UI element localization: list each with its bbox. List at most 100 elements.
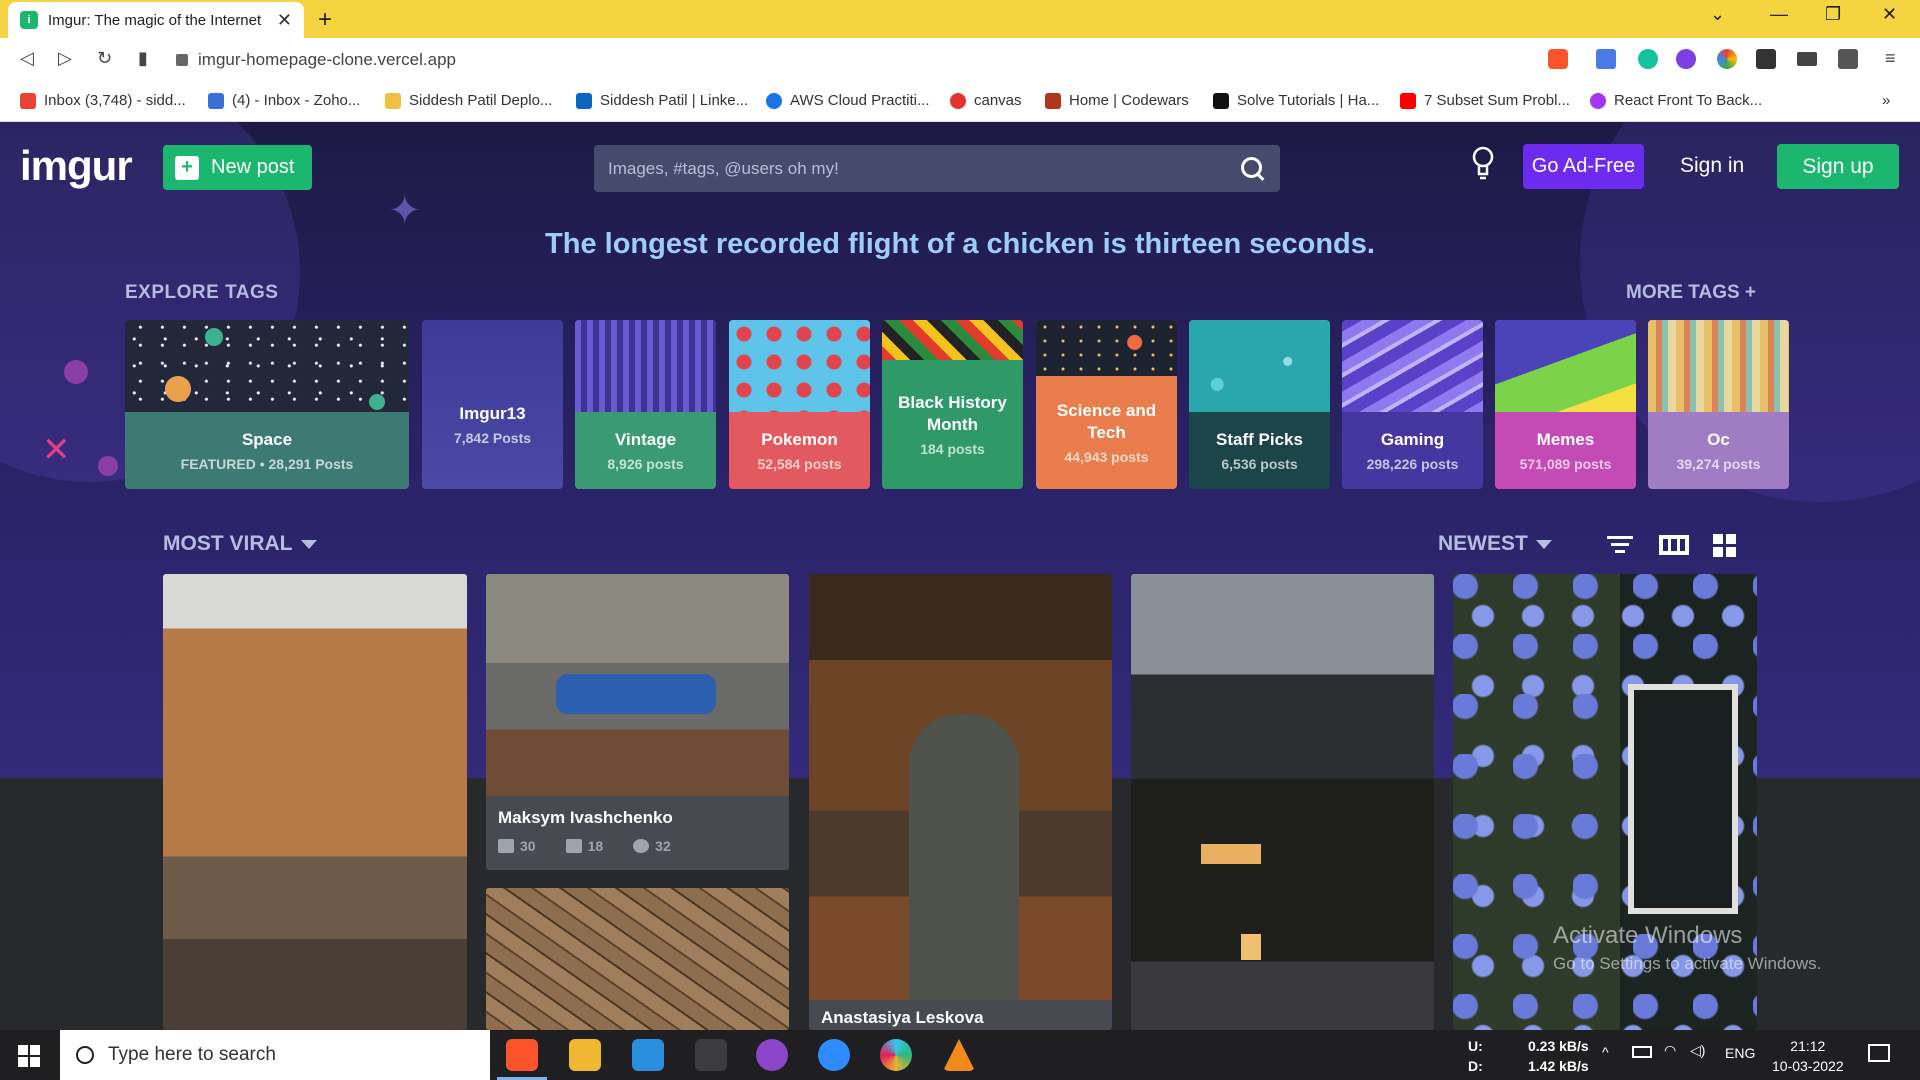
- grid-view-icon[interactable]: [1713, 534, 1737, 558]
- bookmark-item[interactable]: canvas: [950, 92, 1022, 109]
- new-tab-icon[interactable]: +: [318, 6, 332, 34]
- app-icon[interactable]: [695, 1039, 727, 1071]
- sign-up-button[interactable]: Sign up: [1777, 144, 1899, 189]
- tag-name: Black History Month: [898, 393, 1007, 434]
- thumbs-up-icon: [498, 839, 514, 853]
- post-image: [1131, 574, 1434, 1030]
- tag-card-gaming[interactable]: Gaming 298,226 posts: [1342, 320, 1483, 489]
- tag-image: [575, 320, 716, 412]
- imgur-logo[interactable]: imgur: [20, 142, 133, 190]
- tag-card-staff-picks[interactable]: Staff Picks 6,536 posts: [1189, 320, 1330, 489]
- tag-card-memes[interactable]: Memes 571,089 posts: [1495, 320, 1636, 489]
- volume-icon[interactable]: ◁): [1690, 1042, 1705, 1059]
- zoom-icon[interactable]: [818, 1039, 850, 1071]
- upvote-stat[interactable]: 30: [498, 838, 536, 854]
- tag-card-space[interactable]: Space FEATURED • 28,291 Posts: [125, 320, 409, 489]
- bookmark-item[interactable]: Inbox (3,748) - sidd...: [20, 92, 186, 109]
- search-icon[interactable]: [1240, 156, 1266, 182]
- view-stat[interactable]: 32: [633, 838, 671, 854]
- tag-card-science-and-tech[interactable]: Science and Tech 44,943 posts: [1036, 320, 1177, 489]
- bookmark-item[interactable]: Solve Tutorials | Ha...: [1213, 92, 1379, 109]
- more-bookmarks-icon[interactable]: »: [1882, 92, 1890, 109]
- back-icon[interactable]: ◁: [20, 48, 34, 69]
- gallery-post[interactable]: [1131, 574, 1434, 1030]
- tag-name: Oc: [1707, 429, 1730, 449]
- bookmark-item[interactable]: Siddesh Patil | Linke...: [576, 92, 748, 109]
- sleeping-bag-shape: [556, 674, 716, 714]
- clock[interactable]: 21:12 10-03-2022: [1772, 1036, 1844, 1076]
- tag-image: [125, 320, 409, 412]
- media-queue-icon[interactable]: [1797, 52, 1817, 66]
- codewars-icon: [1045, 92, 1061, 109]
- imgur-favicon-icon: i: [20, 11, 38, 29]
- tag-card-imgur13[interactable]: Imgur13 7,842 Posts: [422, 320, 563, 489]
- close-tab-icon[interactable]: ✕: [277, 10, 292, 31]
- brave-shield-icon[interactable]: [1548, 49, 1568, 69]
- waterfall-view-icon[interactable]: [1659, 534, 1689, 556]
- brave-browser-icon[interactable]: [497, 1039, 547, 1080]
- wifi-icon[interactable]: ◠: [1664, 1042, 1676, 1059]
- color-picker-icon[interactable]: [1717, 49, 1737, 69]
- extensions-puzzle-icon[interactable]: [1756, 49, 1776, 69]
- github-desktop-icon[interactable]: [756, 1039, 788, 1071]
- forward-icon[interactable]: ▷: [58, 48, 72, 69]
- gallery-post[interactable]: Maksym Ivashchenko 30 18 32: [486, 574, 789, 870]
- tag-info: Staff Picks 6,536 posts: [1189, 412, 1330, 489]
- order-dropdown[interactable]: NEWEST: [1438, 532, 1552, 556]
- notifications-icon[interactable]: [1868, 1044, 1890, 1062]
- close-window-icon[interactable]: ✕: [1882, 4, 1897, 25]
- bookmark-item[interactable]: AWS Cloud Practiti...: [766, 92, 929, 109]
- reload-icon[interactable]: ↻: [97, 48, 112, 69]
- zoho-mail-icon: [208, 92, 224, 109]
- lightbulb-icon[interactable]: [1470, 146, 1496, 182]
- tag-image: [882, 320, 1023, 360]
- taskbar-search[interactable]: Type here to search: [60, 1030, 490, 1080]
- tag-card-black-history-month[interactable]: Black History Month 184 posts: [882, 320, 1023, 489]
- tag-image: [1189, 320, 1330, 412]
- filter-icon[interactable]: [1607, 534, 1633, 556]
- bookmark-item[interactable]: 7 Subset Sum Probl...: [1400, 92, 1570, 109]
- vscode-icon[interactable]: [632, 1039, 664, 1071]
- restore-icon[interactable]: ❐: [1825, 4, 1841, 25]
- gallery-post[interactable]: [486, 888, 789, 1030]
- tag-name: Science and Tech: [1056, 401, 1157, 442]
- comment-stat[interactable]: 18: [565, 838, 603, 854]
- go-ad-free-button[interactable]: Go Ad-Free: [1523, 144, 1644, 189]
- tag-card-pokemon[interactable]: Pokemon 52,584 posts: [729, 320, 870, 489]
- search-input[interactable]: [608, 158, 1240, 179]
- language-indicator[interactable]: ENG: [1725, 1045, 1755, 1061]
- battery-icon[interactable]: [1632, 1046, 1652, 1058]
- menu-icon[interactable]: ≡: [1885, 48, 1896, 69]
- vlc-icon[interactable]: [943, 1039, 975, 1071]
- grammarly-icon[interactable]: [1638, 49, 1658, 69]
- tab-search-chevron-icon[interactable]: ⌄: [1710, 4, 1725, 25]
- gallery-post[interactable]: [163, 574, 467, 1030]
- wallet-icon[interactable]: [1838, 49, 1858, 69]
- tag-name: Space: [241, 429, 293, 449]
- address-bar[interactable]: imgur-homepage-clone.vercel.app: [176, 45, 1576, 75]
- minimize-icon[interactable]: —: [1770, 4, 1788, 25]
- tag-card-vintage[interactable]: Vintage 8,926 posts: [575, 320, 716, 489]
- translate-icon[interactable]: [1596, 49, 1616, 69]
- tray-chevron-icon[interactable]: ^: [1602, 1044, 1609, 1060]
- post-image: [486, 574, 789, 796]
- bookmark-item[interactable]: React Front To Back...: [1590, 92, 1762, 109]
- bookmark-item[interactable]: Home | Codewars: [1045, 92, 1189, 109]
- sign-in-link[interactable]: Sign in: [1680, 154, 1744, 178]
- tag-name: Staff Picks: [1216, 429, 1303, 449]
- bookmark-item[interactable]: (4) - Inbox - Zoho...: [208, 92, 360, 109]
- tag-card-oc[interactable]: Oc 39,274 posts: [1648, 320, 1789, 489]
- net-speed-values: 0.23 kB/s 1.42 kB/s: [1528, 1038, 1589, 1074]
- more-tags-link[interactable]: MORE TAGS +: [1626, 282, 1756, 304]
- bookmark-icon[interactable]: ▮: [138, 48, 148, 69]
- extension-icon[interactable]: [1676, 49, 1696, 69]
- windows-start-icon[interactable]: [18, 1045, 40, 1067]
- new-post-button[interactable]: + New post: [163, 145, 312, 190]
- bookmark-item[interactable]: Siddesh Patil Deplo...: [385, 92, 552, 109]
- slack-icon[interactable]: [880, 1039, 912, 1071]
- file-explorer-icon[interactable]: [569, 1039, 601, 1071]
- browser-tab[interactable]: i Imgur: The magic of the Internet ✕: [8, 2, 304, 38]
- sort-dropdown[interactable]: MOST VIRAL: [163, 532, 317, 556]
- fun-fact: The longest recorded flight of a chicken…: [545, 228, 1375, 260]
- gallery-post[interactable]: Anastasiya Leskova: [809, 574, 1112, 1030]
